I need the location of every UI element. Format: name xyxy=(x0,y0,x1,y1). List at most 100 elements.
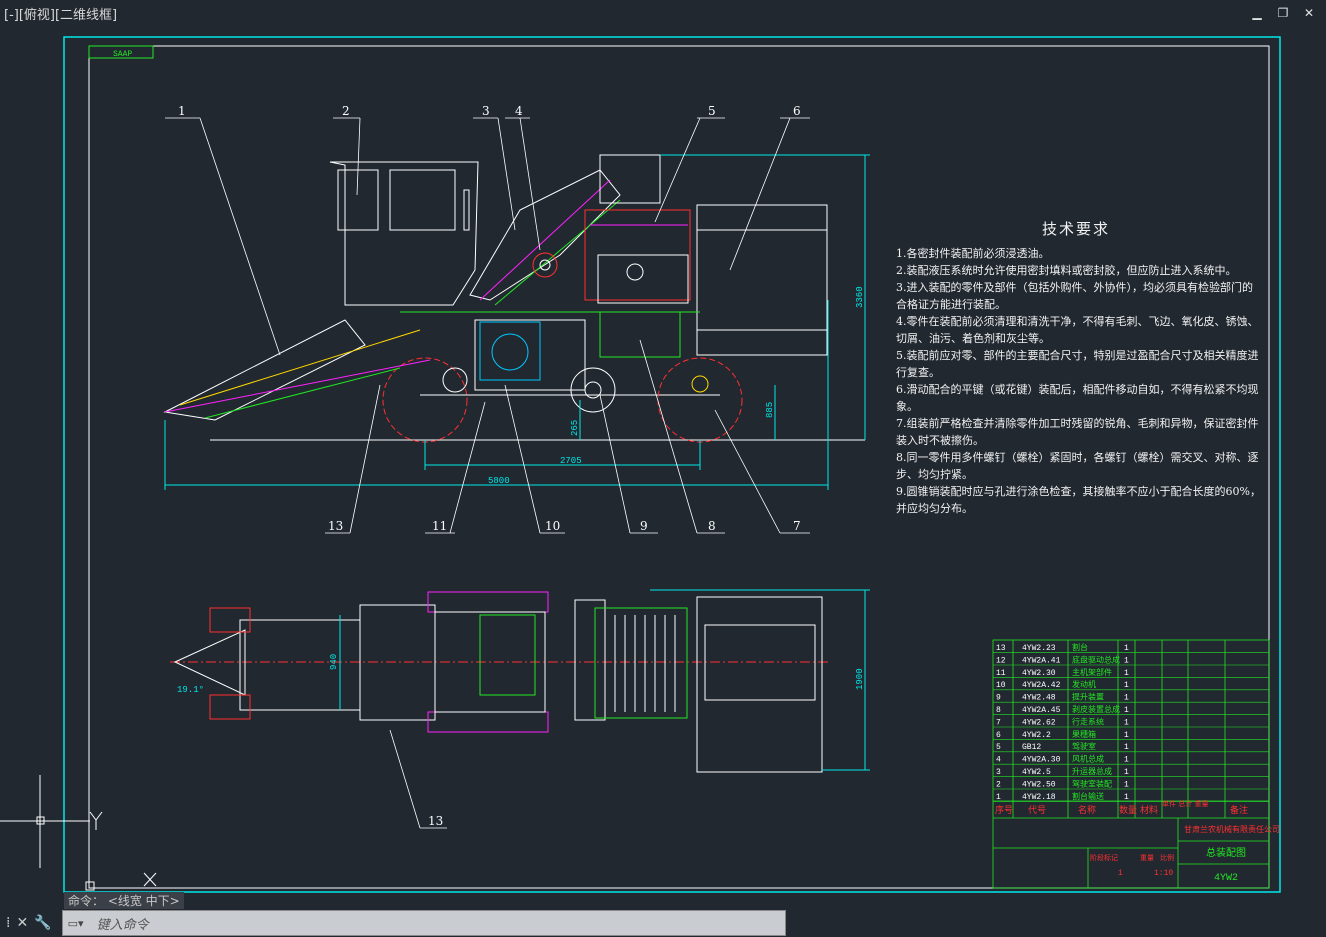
bom-cell: 割台 xyxy=(1072,642,1088,652)
leader-lines xyxy=(165,117,810,829)
bom-cell: 1 xyxy=(1124,694,1129,703)
viewport-label[interactable]: [-][俯视][二维线框] xyxy=(4,4,117,23)
bom-cell: 1 xyxy=(1124,768,1129,777)
bom-cell: 4YW2.5 xyxy=(1022,768,1051,777)
bom-cell: 1 xyxy=(1124,793,1129,802)
bom-h-mat: 材料 xyxy=(1140,804,1158,816)
balloon-9: 9 xyxy=(640,519,648,533)
balloon-8: 8 xyxy=(708,519,716,533)
bom-cell: 风机总成 xyxy=(1072,754,1104,764)
notes-lines: 1.各密封件装配前必须浸透油。 2.装配液压系统时允许使用密封填料或密封胶，但应防… xyxy=(896,245,1261,517)
qty-value: 1 xyxy=(1118,869,1123,878)
bom-cell: 1 xyxy=(1124,718,1129,727)
notes-line: 4.零件在装配前必须清理和清洗干净，不得有毛刺、飞边、氧化皮、锈蚀、 xyxy=(896,315,1259,328)
company-name: 甘肃兰农机械有限责任公司 xyxy=(1184,824,1280,834)
balloon-3: 3 xyxy=(482,104,490,118)
bom-cell: 1 xyxy=(1124,756,1129,765)
bom-h-weight: 单件 总计 重量 xyxy=(1162,799,1208,808)
bom-cell: 1 xyxy=(1124,706,1129,715)
bom-cell: 3 xyxy=(996,768,1001,777)
dim-axle: 885 xyxy=(765,402,775,418)
bom-cell: 发动机 xyxy=(1072,679,1096,689)
bom-cell: 1 xyxy=(1124,681,1129,690)
top-view xyxy=(170,589,870,773)
bom-cell: 4YW2.62 xyxy=(1022,718,1056,727)
bom-cell: 7 xyxy=(996,718,1001,727)
notes-line: 行复查。 xyxy=(896,366,940,379)
minimize-icon[interactable]: ▁ xyxy=(1250,6,1264,20)
bom-h-seq: 序号 xyxy=(995,804,1013,816)
notes-line: 3.进入装配的零件及部件（包括外购件、外协件），均必须具有检验部门的 xyxy=(896,281,1253,294)
bom-cell: 1 xyxy=(1124,743,1129,752)
notes-line: 步、均匀拧紧。 xyxy=(896,468,973,481)
balloon-13-top: 13 xyxy=(428,814,443,828)
notes-line: 合格证方能进行装配。 xyxy=(896,298,1006,311)
bom-h-name: 名称 xyxy=(1078,804,1096,816)
bom-cell: 提升装置 xyxy=(1072,692,1104,702)
notes-line: 8.同一零件用多件螺钉（螺栓）紧固时，各螺钉（螺栓）需交叉、对称、逐 xyxy=(896,451,1259,464)
balloon-4: 4 xyxy=(515,104,523,118)
ucs-icon xyxy=(0,775,157,891)
command-input[interactable]: ▭▾ 键入命令 xyxy=(61,910,786,936)
balloon-2: 2 xyxy=(342,104,350,118)
bom-cell: 剥皮装置总成 xyxy=(1072,704,1120,714)
notes-line: 6.滑动配合的平键（或花键）装配后，相配件移动自如，不得有松紧不均现 xyxy=(896,383,1259,396)
balloon-11: 11 xyxy=(432,519,447,533)
dim-length: 5800 xyxy=(488,476,510,486)
stage-label: 阶段标记 xyxy=(1090,853,1118,862)
bom-cell: 割台输送 xyxy=(1072,791,1104,801)
restore-icon[interactable]: ❐ xyxy=(1276,6,1290,20)
notes-line: 2.装配液压系统时允许使用密封填料或密封胶，但应防止进入系统中。 xyxy=(896,264,1237,277)
bom-cell: 9 xyxy=(996,694,1001,703)
bom-cell: 10 xyxy=(996,681,1006,690)
bom-cell: 11 xyxy=(996,669,1006,678)
bom-cell: 4YW2.30 xyxy=(1022,669,1056,678)
bom-cell: 升运器总成 xyxy=(1072,766,1112,776)
notes-line: 切屑、油污、着色剂和灰尘等。 xyxy=(896,332,1050,345)
command-line: ⁞ ✕ 🔧 ▭▾ 键入命令 xyxy=(0,910,786,936)
bom-cell: 2 xyxy=(996,780,1001,789)
bom-h-code: 代号 xyxy=(1028,805,1046,816)
bom-h-qty: 数量 xyxy=(1119,804,1137,816)
stamp-text: SAAP xyxy=(113,50,132,59)
dim-angle: 19.1° xyxy=(177,685,204,695)
drawing-number: 4YW2 xyxy=(1214,873,1238,884)
bom-cell: 12 xyxy=(996,656,1006,665)
balloon-7: 7 xyxy=(793,519,801,533)
grip-icon[interactable]: ⁞ xyxy=(6,915,10,931)
balloon-1: 1 xyxy=(178,104,186,118)
bom-cell: 1 xyxy=(1124,644,1129,653)
balloon-13-side: 13 xyxy=(328,519,343,533)
bom-cell: 4YW2A.30 xyxy=(1022,756,1061,765)
bom-cell: 4YW2.23 xyxy=(1022,644,1056,653)
bom-h-note: 备注 xyxy=(1230,804,1248,816)
balloon-10: 10 xyxy=(545,519,560,533)
bom-cell: GB12 xyxy=(1022,743,1041,752)
notes-line: 5.装配前应对零、部件的主要配合尺寸，特别是过盈配合尺寸及相关精度进 xyxy=(896,349,1259,362)
bom-cell: 驾驶室 xyxy=(1072,741,1096,751)
bom-rows: 13 4YW2.23 割台 112 4YW2A.41 底盘驱动总成 111 4YW2.30 主机… xyxy=(993,642,1269,802)
command-placeholder: 键入命令 xyxy=(96,917,149,933)
bom-cell: 5 xyxy=(996,743,1001,752)
bom-cell: 4YW2A.41 xyxy=(1022,656,1061,665)
technical-requirements: 技术要求 1.各密封件装配前必须浸透油。 2.装配液压系统时允许使用密封填料或密封… xyxy=(896,218,1261,517)
bom-cell: 行走系统 xyxy=(1072,716,1104,726)
close-icon[interactable]: ✕ xyxy=(16,915,28,931)
balloon-6: 6 xyxy=(793,104,801,118)
bom-cell: 4YW2A.42 xyxy=(1022,681,1061,690)
notes-line: 装入时不被擦伤。 xyxy=(896,434,984,447)
bom-cell: 4YW2.18 xyxy=(1022,793,1056,802)
bom-cell: 1 xyxy=(1124,656,1129,665)
wrench-icon[interactable]: 🔧 xyxy=(34,915,51,931)
bom-cell: 4YW2.50 xyxy=(1022,780,1056,789)
command-prompt-icon[interactable]: ▭▾ xyxy=(63,917,89,930)
bom-cell: 1 xyxy=(1124,669,1129,678)
side-view xyxy=(163,154,870,490)
close-icon[interactable]: ✕ xyxy=(1302,6,1316,20)
bom-cell: 4YW2.2 xyxy=(1022,731,1051,740)
bom-cell: 底盘驱动总成 xyxy=(1072,654,1120,664)
bom-cell: 驾驶室装配 xyxy=(1072,778,1112,788)
scale-label: 比例 xyxy=(1160,853,1174,862)
dim-ground: 265 xyxy=(570,420,580,436)
bom-cell: 8 xyxy=(996,706,1001,715)
